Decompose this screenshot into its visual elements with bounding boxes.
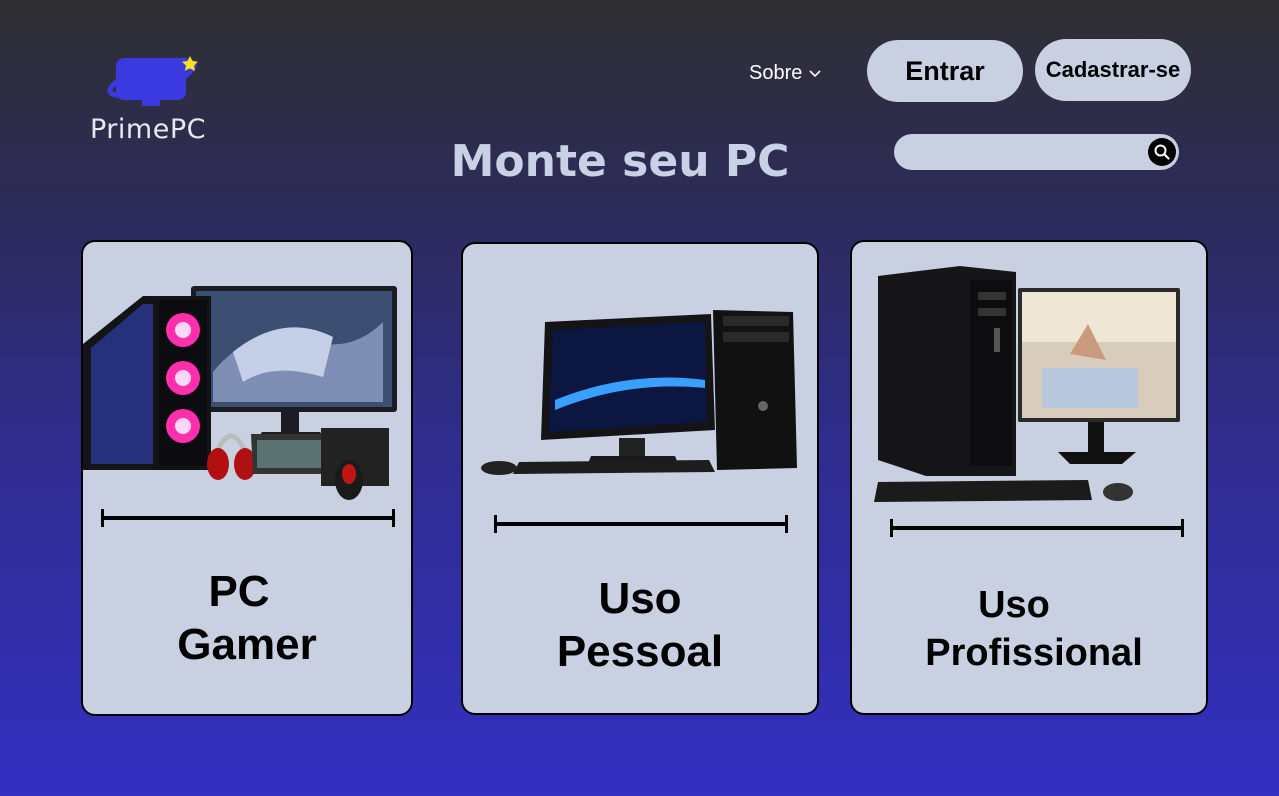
card-label: Uso Profissional <box>852 582 1206 678</box>
card-label-line2: Profissional <box>925 631 1143 674</box>
card-divider <box>101 509 395 527</box>
card-label-line1: PC <box>208 567 270 616</box>
card-uso-pessoal[interactable]: Uso Pessoal <box>461 242 819 715</box>
card-pc-gamer[interactable]: PC Gamer <box>81 240 413 716</box>
card-label-line1: Uso <box>978 584 1050 626</box>
card-label: Uso Pessoal <box>463 573 817 679</box>
card-label-line2: Gamer <box>177 619 317 669</box>
office-desktop-image <box>874 266 1180 502</box>
card-label-line2: Pessoal <box>556 626 724 676</box>
hp-desktop-image <box>481 310 797 475</box>
login-button[interactable]: Entrar <box>867 40 1023 102</box>
nav-about-dropdown[interactable]: Sobre <box>749 62 822 85</box>
card-label: PC Gamer <box>83 566 411 672</box>
gaming-pc-image <box>83 286 397 500</box>
signup-button[interactable]: Cadastrar-se <box>1035 39 1191 101</box>
monitor-planet-logo-icon <box>107 56 198 106</box>
card-divider <box>494 515 788 533</box>
card-uso-profissional[interactable]: Uso Profissional <box>850 240 1208 715</box>
card-label-line1: Uso <box>598 574 682 623</box>
chevron-down-icon <box>809 69 821 77</box>
page-title: Monte seu PC <box>450 136 790 187</box>
nav-about-label: Sobre <box>749 62 803 84</box>
card-divider <box>890 519 1184 537</box>
brand-logo[interactable]: PrimePC <box>88 52 218 148</box>
